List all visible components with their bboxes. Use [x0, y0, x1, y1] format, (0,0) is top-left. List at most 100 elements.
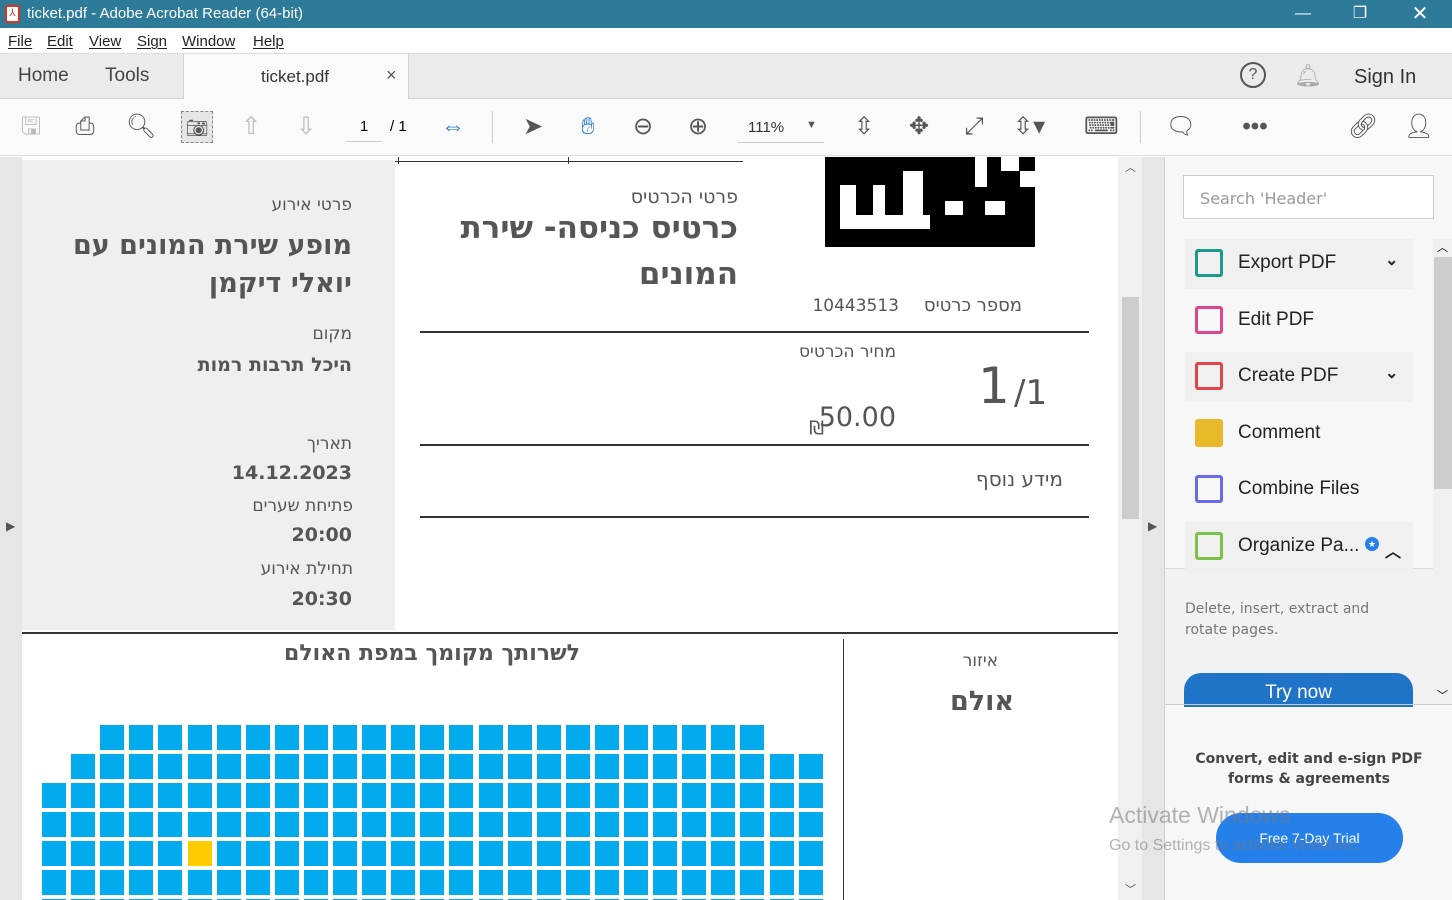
document-scrollbar[interactable]: ︿ ﹀	[1118, 157, 1142, 900]
seat	[216, 870, 241, 895]
page-display-icon[interactable]: ⇳▾	[1013, 111, 1045, 143]
scrollbar-thumb[interactable]	[1434, 257, 1452, 489]
menu-window[interactable]: Window	[182, 33, 235, 50]
fit-width-icon[interactable]: ⇔	[437, 111, 469, 143]
bell-icon[interactable]: 🔔︎	[1294, 63, 1322, 89]
seat	[129, 783, 154, 808]
scroll-up-icon[interactable]: ︿	[1437, 239, 1448, 255]
seat	[303, 870, 328, 895]
seat	[187, 783, 212, 808]
seat	[653, 783, 678, 808]
right-panel-toggle[interactable]: ▶	[1142, 157, 1164, 900]
seat	[100, 725, 125, 750]
full-screen-icon[interactable]: ⤢	[958, 111, 990, 143]
tool-label: Create PDF	[1238, 365, 1339, 386]
left-panel-toggle[interactable]: ▶	[0, 157, 22, 900]
seat	[245, 783, 270, 808]
event-name: מופע שירת המונים עם יואלי דיקמן	[73, 230, 352, 299]
close-window-button[interactable]: ✕	[1397, 0, 1443, 28]
menu-sign[interactable]: Sign	[137, 33, 167, 50]
tool-organize-pa[interactable]: Organize Pa... ★ ︿	[1185, 521, 1413, 572]
tool-export-pdf[interactable]: Export PDF ⌄	[1185, 239, 1413, 289]
scroll-down-icon[interactable]: ﹀	[1125, 881, 1136, 897]
seat	[624, 841, 648, 866]
seat	[594, 841, 619, 866]
close-tab-icon[interactable]: ×	[386, 65, 397, 86]
save-icon[interactable]: 🖫	[15, 111, 47, 143]
seat	[158, 870, 183, 895]
seat	[158, 725, 183, 750]
window-title: ticket.pdf - Adobe Acrobat Reader (64-bi…	[27, 5, 303, 22]
zoom-in-icon[interactable]: ⊕	[682, 111, 714, 143]
seat	[769, 754, 794, 779]
tool-edit-pdf[interactable]: Edit PDF	[1185, 296, 1413, 346]
zoom-out-icon[interactable]: ⊖	[627, 111, 659, 143]
comment-icon[interactable]: 🗨︎	[1165, 111, 1197, 143]
date-label: תאריך	[306, 434, 352, 454]
tab-tools[interactable]: Tools	[105, 65, 149, 87]
search-icon[interactable]: 🔍︎	[125, 111, 157, 143]
menu-file[interactable]: File	[8, 33, 32, 50]
add-user-icon[interactable]: 👤︎	[1403, 111, 1435, 143]
next-page-icon[interactable]: ⇩	[290, 111, 322, 143]
seat	[478, 754, 503, 779]
maximize-button[interactable]: ❐	[1337, 0, 1383, 28]
try-now-button[interactable]: Try now	[1184, 673, 1413, 707]
date: 14.12.2023	[231, 462, 352, 484]
seat	[565, 783, 590, 808]
page-number-input[interactable]: 1	[346, 118, 382, 142]
hand-tool-icon[interactable]: ✋︎	[572, 111, 604, 143]
seat	[653, 725, 678, 750]
sign-in-button[interactable]: Sign In	[1354, 66, 1416, 89]
ticket-number-label: מספר כרטיס	[923, 295, 1022, 316]
tool-combine-files[interactable]: Combine Files	[1185, 465, 1413, 515]
more-icon[interactable]: •••	[1239, 111, 1271, 143]
zoom-value: 111%	[748, 119, 785, 136]
tool-create-pdf[interactable]: Create PDF ⌄	[1185, 352, 1413, 402]
seat	[216, 783, 241, 808]
seat	[274, 783, 299, 808]
menu-view[interactable]: View	[89, 33, 121, 50]
select-tool-icon[interactable]: ➤	[517, 111, 549, 143]
seat	[362, 783, 387, 808]
divider	[1140, 111, 1141, 143]
chevron-up-icon[interactable]: ︿	[1385, 538, 1401, 562]
help-icon[interactable]: ?	[1240, 62, 1266, 88]
tool-comment[interactable]: Comment	[1185, 409, 1413, 459]
price: 50.00	[818, 402, 896, 433]
seat	[682, 812, 707, 837]
seat	[362, 754, 387, 779]
event-details-label: פרטי אירוע	[271, 195, 352, 215]
tools-search-input[interactable]: Search 'Header'	[1183, 175, 1434, 219]
menu-help[interactable]: Help	[253, 33, 284, 50]
scroll-down-icon[interactable]: ﹀	[1437, 687, 1448, 703]
seat	[507, 812, 532, 837]
scrollbar-thumb[interactable]	[1122, 297, 1139, 519]
seat	[333, 725, 357, 750]
seat	[536, 812, 561, 837]
zoom-select[interactable]: 111% ▼	[738, 117, 824, 143]
seat	[507, 754, 532, 779]
fit-page-icon[interactable]: ✥	[903, 111, 935, 143]
tools-scrollbar[interactable]: ︿ ﹀	[1433, 239, 1452, 704]
tab-document[interactable]: ticket.pdf ×	[183, 54, 409, 99]
seat	[653, 841, 678, 866]
seat	[100, 841, 125, 866]
menu-edit[interactable]: Edit	[47, 33, 73, 50]
minimize-button[interactable]: —	[1280, 0, 1326, 28]
print-icon[interactable]: ⎙	[69, 111, 101, 143]
read-mode-icon[interactable]: ⌨	[1084, 111, 1119, 143]
seat	[274, 812, 299, 837]
chevron-down-icon[interactable]: ⌄	[1385, 363, 1398, 383]
prev-page-icon[interactable]: ⇧	[235, 111, 267, 143]
seat	[71, 783, 96, 808]
seat	[711, 870, 736, 895]
seat	[594, 725, 619, 750]
extra-info-label: מידע נוסף	[975, 467, 1063, 491]
snapshot-icon[interactable]: 📷︎	[181, 111, 213, 143]
share-link-icon[interactable]: 🔗︎	[1347, 111, 1379, 143]
tab-home[interactable]: Home	[18, 65, 69, 87]
scrolling-mode-icon[interactable]: ⇳	[848, 111, 880, 143]
scroll-up-icon[interactable]: ︿	[1125, 159, 1136, 175]
chevron-down-icon[interactable]: ⌄	[1385, 250, 1398, 270]
